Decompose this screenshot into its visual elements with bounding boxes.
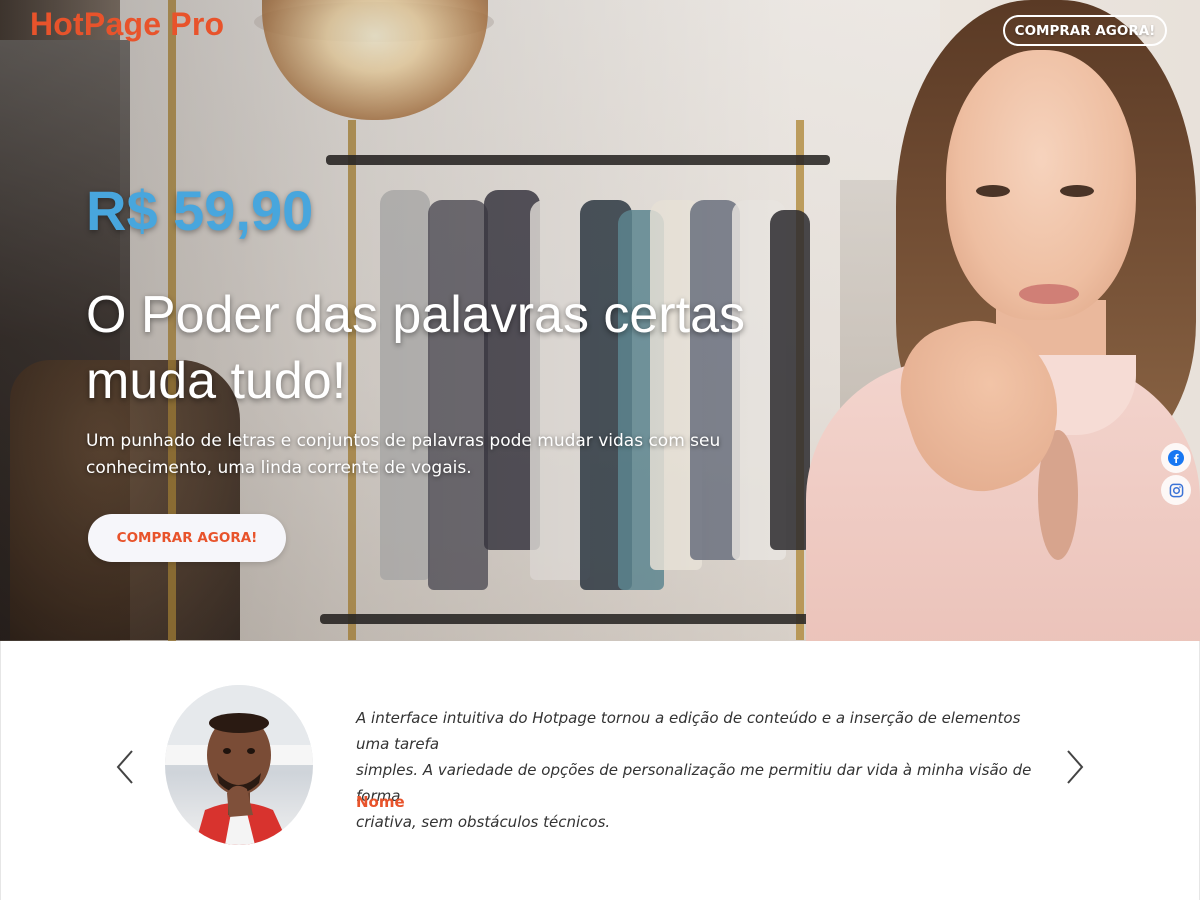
testimonial-next-button[interactable] [1063,747,1087,787]
facebook-link[interactable] [1161,443,1191,473]
site-logo[interactable]: HotPage Pro [30,6,224,43]
model-eye [1060,185,1094,197]
chevron-left-icon [116,750,133,784]
testimonial-section: A interface intuitiva do Hotpage tornou … [0,641,1200,900]
model-lips [1019,284,1079,304]
hero-model-photo [806,0,1200,641]
testimonial-author: Nome [356,793,405,811]
social-links [1161,443,1191,505]
testimonial-avatar [165,685,313,845]
instagram-link[interactable] [1161,475,1191,505]
testimonial-quote-line: A interface intuitiva do Hotpage tornou … [356,709,1021,753]
model-eye [976,185,1010,197]
hero-headline-line: O Poder das palavras certas [86,286,745,344]
testimonial-quote-line: criativa, sem obstáculos técnicos. [356,813,611,831]
hero-section: HotPage Pro COMPRAR AGORA! R$ 59,90 O Po… [0,0,1200,641]
testimonial-quote: A interface intuitiva do Hotpage tornou … [356,705,1046,835]
instagram-icon [1169,483,1183,497]
hero-headline-line: muda tudo! [86,352,347,410]
header-buy-button[interactable]: COMPRAR AGORA! [1003,15,1167,46]
facebook-icon [1168,450,1184,466]
model-face [946,50,1136,320]
hero-subtext-line: conhecimento, uma linda corrente de voga… [86,458,472,478]
hero-subtext-line: Um punhado de letras e conjuntos de pala… [86,431,721,451]
hero-buy-button[interactable]: COMPRAR AGORA! [88,514,286,562]
hero-headline: O Poder das palavras certas muda tudo! [86,282,786,414]
testimonial-quote-line: simples. A variedade de opções de person… [356,761,1032,805]
hero-subtext: Um punhado de letras e conjuntos de pala… [86,428,726,482]
price: R$ 59,90 [86,179,314,242]
chevron-right-icon [1067,750,1084,784]
testimonial-prev-button[interactable] [113,747,137,787]
person-photo [165,685,313,845]
